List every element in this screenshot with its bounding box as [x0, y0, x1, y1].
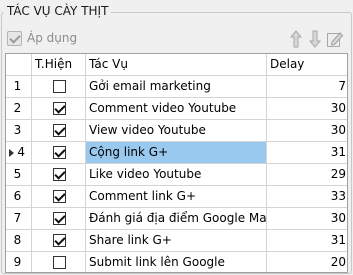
- header-row: T.Hiện Tác Vụ Delay: [6, 54, 347, 76]
- row-number[interactable]: 3: [6, 120, 32, 142]
- table-row[interactable]: 2 Comment video Youtube 30: [6, 98, 347, 120]
- header-task[interactable]: Tác Vụ: [86, 54, 267, 76]
- enabled-cell: [32, 186, 86, 208]
- delay-cell[interactable]: 31: [267, 142, 347, 164]
- table-row[interactable]: 4 Cộng link G+ 31: [6, 142, 347, 164]
- delay-cell[interactable]: 20: [267, 252, 347, 272]
- row-number[interactable]: 7: [6, 208, 32, 230]
- enabled-checkbox[interactable]: [53, 168, 66, 181]
- delay-cell[interactable]: 31: [267, 230, 347, 252]
- apply-label[interactable]: Áp dụng: [27, 31, 77, 46]
- delay-cell[interactable]: 30: [267, 98, 347, 120]
- task-cell[interactable]: Gởi email marketing: [86, 76, 267, 98]
- task-cell[interactable]: Comment video Youtube: [86, 98, 267, 120]
- task-cell[interactable]: Share link G+: [86, 230, 267, 252]
- arrow-down-icon[interactable]: [307, 29, 323, 49]
- delay-cell[interactable]: 7: [267, 76, 347, 98]
- enabled-checkbox[interactable]: [53, 80, 66, 93]
- enabled-cell: [32, 164, 86, 186]
- group-title: TÁC VỤ CÀY THỊT: [4, 3, 112, 20]
- enabled-cell: [32, 76, 86, 98]
- table-row[interactable]: 8 Share link G+ 31: [6, 230, 347, 252]
- row-number-text: 4: [17, 145, 25, 159]
- delay-cell[interactable]: 30: [267, 208, 347, 230]
- enabled-cell: [32, 208, 86, 230]
- toolbar: Áp dụng: [2, 25, 351, 53]
- row-number[interactable]: 2: [6, 98, 32, 120]
- task-grid[interactable]: T.Hiện Tác Vụ Delay 1 Gởi email marketing…: [5, 53, 348, 273]
- task-cell[interactable]: Cộng link G+: [86, 142, 267, 164]
- row-number-text: 1: [13, 79, 22, 93]
- table-row[interactable]: 3 View video Youtube 30: [6, 120, 347, 142]
- row-number-text: 2: [13, 101, 22, 115]
- task-cell[interactable]: Đánh giá địa điểm Google Maps: [86, 208, 267, 230]
- row-number-text: 3: [13, 123, 22, 137]
- row-number[interactable]: 5: [6, 164, 32, 186]
- table-row[interactable]: 7 Đánh giá địa điểm Google Maps 30: [6, 208, 347, 230]
- table-row[interactable]: 6 Comment link G+ 33: [6, 186, 347, 208]
- row-number-text: 6: [13, 189, 22, 203]
- enabled-checkbox[interactable]: [53, 190, 66, 203]
- arrow-up-icon[interactable]: [288, 29, 304, 49]
- task-cell[interactable]: View video Youtube: [86, 120, 267, 142]
- row-number[interactable]: 4: [6, 142, 32, 164]
- task-cell[interactable]: Submit link lên Google: [86, 252, 267, 272]
- row-number-text: 7: [13, 211, 22, 225]
- row-number-text: 9: [13, 255, 22, 269]
- current-row-arrow-icon: [9, 149, 14, 157]
- row-number-text: 5: [13, 167, 22, 181]
- delay-cell[interactable]: 33: [267, 186, 347, 208]
- enabled-checkbox[interactable]: [53, 234, 66, 247]
- delay-cell[interactable]: 30: [267, 120, 347, 142]
- table-row[interactable]: 5 Like video Youtube 29: [6, 164, 347, 186]
- header-delay[interactable]: Delay: [267, 54, 347, 76]
- enabled-checkbox[interactable]: [53, 146, 66, 159]
- enabled-cell: [32, 230, 86, 252]
- row-number[interactable]: 8: [6, 230, 32, 252]
- row-number[interactable]: 6: [6, 186, 32, 208]
- header-rownum: [6, 54, 32, 76]
- row-number-text: 8: [13, 233, 22, 247]
- apply-checkbox[interactable]: [7, 31, 22, 46]
- enabled-checkbox[interactable]: [53, 124, 66, 137]
- task-cell[interactable]: Like video Youtube: [86, 164, 267, 186]
- edit-icon[interactable]: [326, 29, 344, 49]
- delay-cell[interactable]: 29: [267, 164, 347, 186]
- row-number[interactable]: 1: [6, 76, 32, 98]
- enabled-checkbox[interactable]: [53, 212, 66, 225]
- header-enabled[interactable]: T.Hiện: [32, 54, 86, 76]
- enabled-checkbox[interactable]: [53, 256, 66, 269]
- table-row[interactable]: 1 Gởi email marketing 7: [6, 76, 347, 98]
- enabled-cell: [32, 120, 86, 142]
- table-row[interactable]: 9 Submit link lên Google 20: [6, 252, 347, 272]
- enabled-cell: [32, 252, 86, 272]
- enabled-cell: [32, 98, 86, 120]
- enabled-checkbox[interactable]: [53, 102, 66, 115]
- task-cell[interactable]: Comment link G+: [86, 186, 267, 208]
- enabled-cell: [32, 142, 86, 164]
- row-number[interactable]: 9: [6, 252, 32, 272]
